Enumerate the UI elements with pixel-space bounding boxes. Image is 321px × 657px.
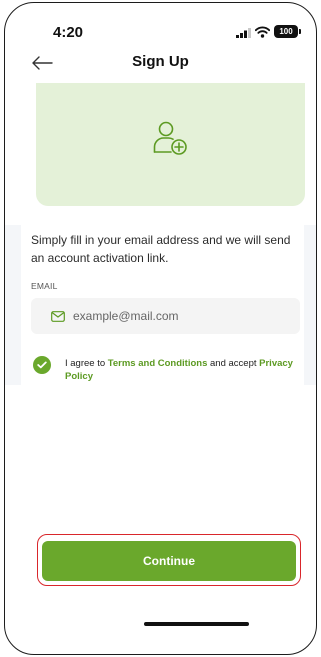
wifi-icon bbox=[255, 26, 270, 38]
background-panel-left bbox=[5, 225, 21, 385]
hero-illustration bbox=[36, 83, 305, 206]
mail-icon bbox=[51, 310, 65, 322]
battery-icon: 100 bbox=[274, 25, 301, 38]
email-label: EMAIL bbox=[31, 281, 58, 291]
signal-icon bbox=[236, 28, 251, 38]
check-icon bbox=[37, 361, 47, 369]
email-input[interactable] bbox=[73, 309, 283, 323]
terms-and-conditions-link[interactable]: Terms and Conditions bbox=[108, 358, 208, 369]
terms-text-middle: and accept bbox=[207, 358, 260, 369]
home-indicator[interactable] bbox=[144, 622, 249, 626]
add-user-icon bbox=[153, 121, 187, 155]
page-title: Sign Up bbox=[132, 53, 189, 70]
status-bar: 4:20 100 bbox=[5, 3, 316, 49]
terms-text-prefix: I agree to bbox=[65, 358, 108, 369]
nav-bar: Sign Up bbox=[5, 49, 316, 83]
email-field[interactable] bbox=[31, 298, 300, 334]
continue-button[interactable]: Continue bbox=[42, 541, 296, 581]
terms-text: I agree to Terms and Conditions and acce… bbox=[65, 357, 301, 383]
instructions-text: Simply fill in your email address and we… bbox=[31, 233, 291, 265]
status-time: 4:20 bbox=[53, 24, 84, 41]
terms-checkbox[interactable] bbox=[33, 356, 51, 374]
